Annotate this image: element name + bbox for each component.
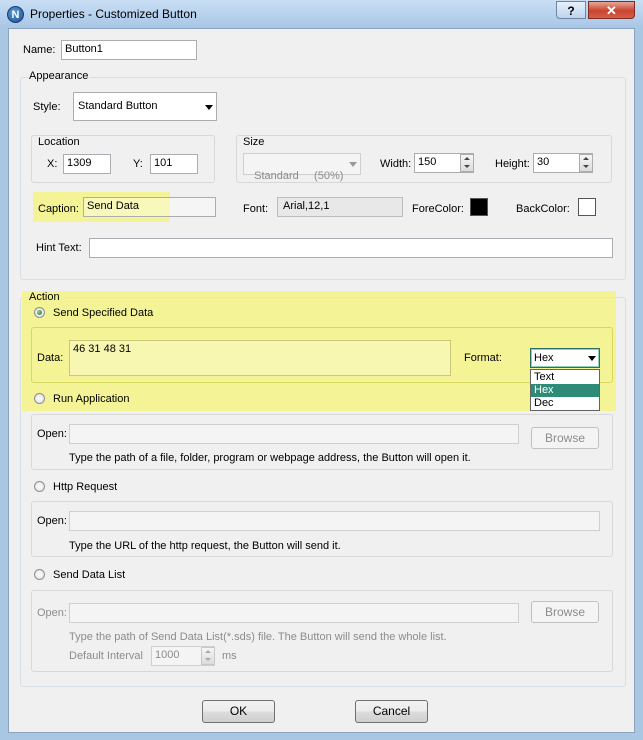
location-x-label: X:	[47, 158, 58, 170]
run-application-radio[interactable]	[34, 393, 45, 404]
caption-input[interactable]: Send Data	[83, 197, 216, 217]
name-input[interactable]: Button1	[61, 40, 197, 60]
hint-label: Hint Text:	[36, 242, 82, 254]
forecolor-label: ForeColor:	[412, 203, 464, 215]
width-label: Width:	[380, 158, 412, 170]
style-select-value: Standard Button	[78, 100, 158, 112]
chevron-down-icon	[588, 356, 596, 361]
height-label: Height:	[495, 158, 530, 170]
font-label: Font:	[243, 203, 269, 215]
run-browse-button[interactable]: Browse	[531, 427, 599, 449]
style-label: Style:	[33, 101, 61, 113]
run-open-label: Open:	[37, 428, 67, 440]
format-select-value: Hex	[534, 352, 554, 364]
list-open-label: Open:	[37, 607, 67, 619]
appearance-legend: Appearance	[28, 70, 90, 82]
backcolor-swatch[interactable]	[578, 198, 596, 216]
chevron-down-icon	[205, 105, 213, 110]
http-help-text: Type the URL of the http request, the Bu…	[69, 540, 341, 552]
send-data-list-label: Send Data List	[53, 569, 126, 581]
send-specified-radio[interactable]	[34, 307, 45, 318]
ok-button[interactable]: OK	[202, 700, 275, 723]
app-icon: N	[7, 6, 24, 23]
http-request-label: Http Request	[53, 481, 118, 493]
http-open-label: Open:	[37, 515, 67, 527]
spin-down-icon	[205, 658, 211, 661]
size-preset-select[interactable]: Standard (50%)	[243, 153, 361, 182]
http-open-input[interactable]	[69, 511, 600, 531]
location-legend: Location	[38, 136, 80, 148]
format-option[interactable]: Text	[531, 371, 599, 384]
font-field[interactable]: Arial,12,1	[277, 197, 403, 217]
list-browse-button[interactable]: Browse	[531, 601, 599, 623]
action-legend: Action	[29, 291, 60, 303]
spin-up-icon	[583, 157, 589, 160]
list-help-text: Type the path of Send Data List(*.sds) f…	[69, 631, 447, 643]
size-preset-value: Standard (50%)	[254, 170, 344, 182]
spin-up-icon	[464, 157, 470, 160]
window-title: Properties - Customized Button	[30, 7, 197, 21]
interval-spinner[interactable]	[201, 647, 215, 665]
location-y-label: Y:	[133, 158, 143, 170]
cancel-button[interactable]: Cancel	[355, 700, 428, 723]
style-select[interactable]: Standard Button	[73, 92, 217, 121]
format-select[interactable]: Hex	[530, 348, 600, 368]
location-y-input[interactable]: 101	[150, 154, 198, 174]
http-request-radio[interactable]	[34, 481, 45, 492]
format-dropdown-list: Text Hex Dec	[530, 369, 600, 411]
data-input[interactable]: 46 31 48 31	[69, 340, 451, 376]
run-help-text: Type the path of a file, folder, program…	[69, 452, 471, 464]
interval-unit: ms	[222, 650, 237, 662]
name-label: Name:	[23, 44, 56, 56]
format-option[interactable]: Hex	[531, 384, 599, 397]
data-label: Data:	[37, 352, 64, 364]
help-button[interactable]: ?	[556, 1, 586, 19]
send-data-list-radio[interactable]	[34, 569, 45, 580]
spin-down-icon	[583, 165, 589, 168]
caption-label: Caption:	[38, 203, 79, 215]
height-spinner[interactable]	[579, 154, 593, 172]
spin-down-icon	[464, 165, 470, 168]
width-spinner[interactable]	[460, 154, 474, 172]
spin-up-icon	[205, 650, 211, 653]
forecolor-swatch[interactable]	[470, 198, 488, 216]
hint-input[interactable]	[89, 238, 613, 258]
list-open-input[interactable]	[69, 603, 519, 623]
format-label: Format:	[464, 352, 502, 364]
backcolor-label: BackColor:	[516, 203, 570, 215]
run-application-label: Run Application	[53, 393, 130, 405]
location-x-input[interactable]: 1309	[63, 154, 111, 174]
interval-label: Default Interval	[69, 650, 143, 662]
size-legend: Size	[243, 136, 265, 148]
chevron-down-icon	[349, 162, 357, 167]
send-specified-label: Send Specified Data	[53, 307, 154, 319]
format-option[interactable]: Dec	[531, 397, 599, 410]
run-open-input[interactable]	[69, 424, 519, 444]
close-button[interactable]: ✕	[588, 1, 635, 19]
